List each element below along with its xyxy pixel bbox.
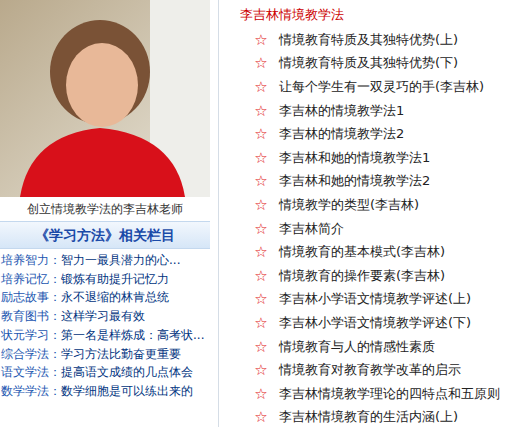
star-icon: ☆ [253,197,269,213]
sidebar-category[interactable]: 数学学法： [1,384,61,398]
article-link[interactable]: 李吉林情境教学理论的四特点和五原则 [279,385,500,403]
article-item[interactable]: ☆ 李吉林和她的情境教学法1 [227,146,527,170]
article-list-title[interactable]: 李吉林情境教学法 [227,0,527,24]
article-link[interactable]: 情境教育特质及其独特优势(上) [279,31,458,49]
sidebar-category[interactable]: 语文学法： [1,365,61,379]
teacher-photo [0,0,210,197]
article-link[interactable]: 李吉林的情境教学法1 [279,102,404,120]
star-icon: ☆ [253,103,269,119]
article-link[interactable]: 李吉林小学语文情境教学评述(上) [279,290,471,308]
sidebar-link[interactable]: 永不退缩的林肯总统 [61,290,169,304]
sidebar-item[interactable]: 状元学习：第一名是样炼成：高考状... [0,326,210,345]
article-link[interactable]: 情境教育的操作要素(李吉林) [279,267,445,285]
article-item[interactable]: ☆ 情境教育的操作要素(李吉林) [227,264,527,288]
star-icon: ☆ [253,150,269,166]
sidebar-link[interactable]: 提高语文成绩的几点体会 [61,365,193,379]
photo-caption: 创立情境教学法的李吉林老师 [0,197,210,221]
sidebar-item[interactable]: 数学学法：数学细胞是可以练出来的 [0,382,210,401]
article-link[interactable]: 情境教育对教育教学改革的启示 [279,361,461,379]
article-item[interactable]: ☆ 李吉林情境教育的生活内涵(上) [227,406,527,427]
sidebar-item[interactable]: 培养智力：智力一最具潜力的心... [0,251,210,270]
article-item[interactable]: ☆ 李吉林简介 [227,217,527,241]
sidebar-link[interactable]: 这样学习最有效 [61,309,145,323]
article-link[interactable]: 李吉林小学语文情境教学评述(下) [279,314,471,332]
sidebar-category[interactable]: 培养智力： [1,253,61,267]
star-icon: ☆ [253,339,269,355]
article-item[interactable]: ☆ 李吉林的情境教学法2 [227,122,527,146]
star-icon: ☆ [253,32,269,48]
article-list: ☆ 情境教育特质及其独特优势(上) ☆ 情境教育特质及其独特优势(下) ☆ 让每个学生有一… [227,28,527,427]
article-item[interactable]: ☆ 李吉林情境教学理论的四特点和五原则 [227,382,527,406]
article-link[interactable]: 李吉林的情境教学法2 [279,125,404,143]
article-link[interactable]: 李吉林和她的情境教学法1 [279,149,430,167]
star-icon: ☆ [253,244,269,260]
star-icon: ☆ [253,55,269,71]
star-icon: ☆ [253,362,269,378]
star-icon: ☆ [253,173,269,189]
sidebar-link[interactable]: 第一名是样炼成：高考状... [61,328,204,342]
article-link[interactable]: 情境教育特质及其独特优势(下) [279,54,458,72]
article-item[interactable]: ☆ 情境教育特质及其独特优势(上) [227,28,527,52]
sidebar-link[interactable]: 数学细胞是可以练出来的 [61,384,193,398]
star-icon: ☆ [253,126,269,142]
sidebar-category[interactable]: 培养记忆： [1,272,61,286]
article-item[interactable]: ☆ 情境教育对教育教学改革的启示 [227,358,527,382]
star-icon: ☆ [253,315,269,331]
column-divider [218,0,219,427]
article-link[interactable]: 李吉林情境教育的生活内涵(上) [279,408,458,426]
sidebar-category[interactable]: 综合学法： [1,347,61,361]
article-link[interactable]: 情境教学的类型(李吉林) [279,196,419,214]
sidebar-item[interactable]: 教育图书：这样学习最有效 [0,307,210,326]
star-icon: ☆ [253,386,269,402]
article-item[interactable]: ☆ 情境教学的类型(李吉林) [227,193,527,217]
star-icon: ☆ [253,221,269,237]
article-item[interactable]: ☆ 李吉林和她的情境教学法2 [227,170,527,194]
right-column: 李吉林情境教学法 ☆ 情境教育特质及其独特优势(上) ☆ 情境教育特质及其独特优势(下)… [227,0,527,427]
sidebar-item[interactable]: 综合学法：学习方法比勤奋更重要 [0,345,210,364]
sidebar-link[interactable]: 智力一最具潜力的心... [61,253,180,267]
sidebar-category[interactable]: 励志故事： [1,290,61,304]
article-item[interactable]: ☆ 情境教育与人的情感性素质 [227,335,527,359]
sidebar-title: 《学习方法》相关栏目 [0,221,210,249]
article-link[interactable]: 李吉林和她的情境教学法2 [279,172,430,190]
star-icon: ☆ [253,291,269,307]
article-link[interactable]: 让每个学生有一双灵巧的手(李吉林) [279,78,484,96]
star-icon: ☆ [253,268,269,284]
page: 创立情境教学法的李吉林老师《学习方法》相关栏目培养智力：智力一最具潜力的心...… [0,0,527,427]
sidebar-item[interactable]: 励志故事：永不退缩的林肯总统 [0,288,210,307]
sidebar-link[interactable]: 锻炼有助提升记忆力 [61,272,169,286]
sidebar-item[interactable]: 培养记忆：锻炼有助提升记忆力 [0,270,210,289]
sidebar-category[interactable]: 教育图书： [1,309,61,323]
article-item[interactable]: ☆ 李吉林小学语文情境教学评述(上) [227,288,527,312]
sidebar-item[interactable]: 语文学法：提高语文成绩的几点体会 [0,363,210,382]
sidebar-link[interactable]: 学习方法比勤奋更重要 [61,347,181,361]
portrait-icon [0,0,210,197]
article-item[interactable]: ☆ 李吉林小学语文情境教学评述(下) [227,311,527,335]
article-link[interactable]: 情境教育的基本模式(李吉林) [279,243,445,261]
left-column: 创立情境教学法的李吉林老师《学习方法》相关栏目培养智力：智力一最具潜力的心...… [0,0,210,427]
article-link[interactable]: 李吉林简介 [279,220,344,238]
star-icon: ☆ [253,79,269,95]
article-item[interactable]: ☆ 让每个学生有一双灵巧的手(李吉林) [227,75,527,99]
article-link[interactable]: 情境教育与人的情感性素质 [279,338,435,356]
sidebar-list: 培养智力：智力一最具潜力的心...培养记忆：锻炼有助提升记忆力励志故事：永不退缩… [0,249,210,401]
star-icon: ☆ [253,409,269,425]
sidebar-category[interactable]: 状元学习： [1,328,61,342]
article-item[interactable]: ☆ 情境教育的基本模式(李吉林) [227,240,527,264]
article-item[interactable]: ☆ 情境教育特质及其独特优势(下) [227,52,527,76]
article-item[interactable]: ☆ 李吉林的情境教学法1 [227,99,527,123]
